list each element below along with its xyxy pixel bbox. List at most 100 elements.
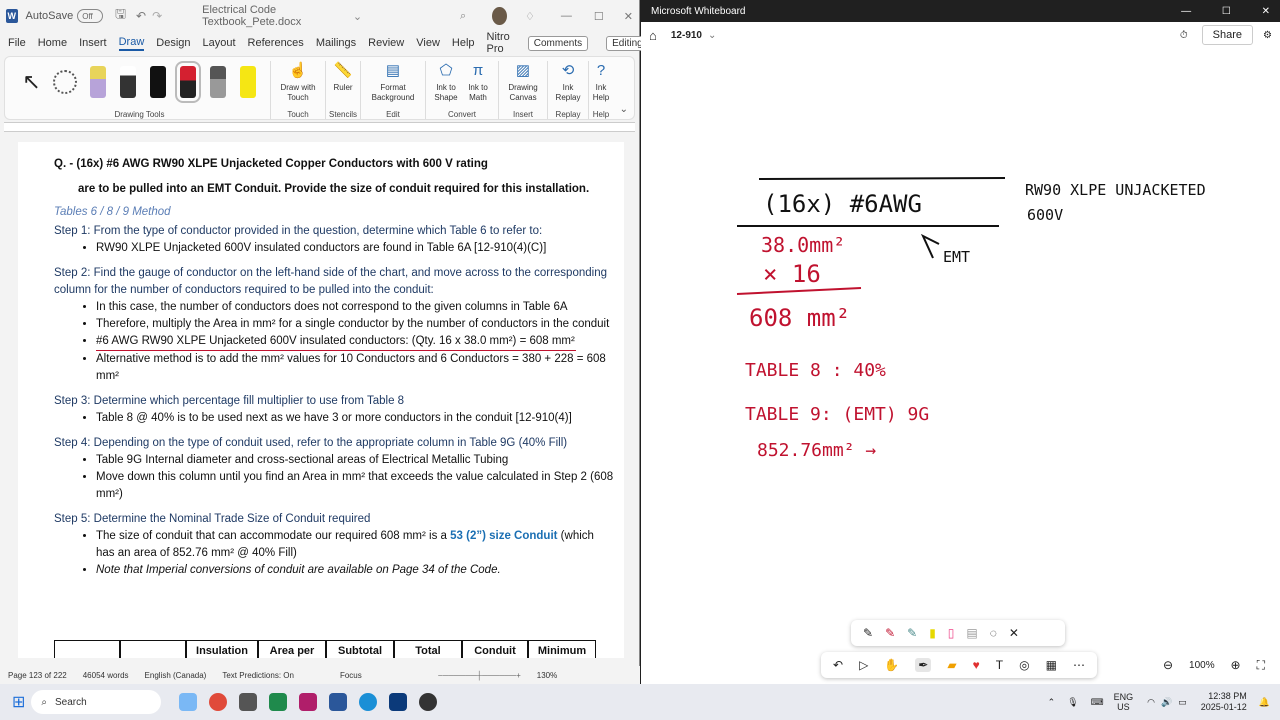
whiteboard-canvas[interactable]: (16x) #6AWG RW90 XLPE UNJACKETED 600V 38… bbox=[641, 48, 1280, 684]
settings-gear-icon[interactable]: ⚙ bbox=[1263, 30, 1272, 41]
app-icon[interactable] bbox=[239, 693, 258, 711]
tab-references[interactable]: References bbox=[248, 37, 304, 49]
tab-view[interactable]: View bbox=[416, 37, 440, 49]
board-name[interactable]: 12-910 bbox=[671, 30, 702, 41]
ruler-button[interactable]: 📏 Ruler bbox=[333, 61, 353, 93]
undo-icon[interactable]: ↶ bbox=[833, 658, 843, 672]
copilot-icon[interactable] bbox=[179, 693, 198, 711]
text-predictions[interactable]: Text Predictions: On bbox=[222, 671, 294, 680]
hand-icon[interactable]: ✋ bbox=[884, 658, 899, 672]
red-pen-icon[interactable] bbox=[174, 61, 201, 103]
zoom-level[interactable]: 100% bbox=[1189, 660, 1215, 671]
chevron-down-icon[interactable]: ⌄ bbox=[708, 30, 716, 41]
lasso-icon[interactable]: ◌ bbox=[990, 626, 997, 640]
tab-layout[interactable]: Layout bbox=[203, 37, 236, 49]
chevron-up-icon[interactable]: ⌃ bbox=[1048, 697, 1056, 708]
microphone-icon[interactable]: 🎙 bbox=[1067, 697, 1078, 708]
lasso-icon[interactable] bbox=[52, 70, 77, 94]
notification-bell-icon[interactable]: 🔔 bbox=[1259, 697, 1270, 708]
tab-file[interactable]: File bbox=[8, 37, 26, 49]
tab-mailings[interactable]: Mailings bbox=[316, 37, 356, 49]
clock[interactable]: 12:38 PM 2025-01-12 bbox=[1201, 691, 1247, 713]
premium-icon[interactable]: ♢ bbox=[525, 10, 535, 23]
ink-help-button[interactable]: ? Ink Help bbox=[591, 61, 611, 103]
save-icon[interactable]: 🖫 bbox=[115, 5, 126, 27]
highlighter-icon[interactable] bbox=[239, 66, 256, 98]
timer-icon[interactable]: ⏱ bbox=[1180, 30, 1188, 41]
black-pen-icon[interactable]: ✎ bbox=[863, 626, 873, 640]
maximize-icon[interactable]: ☐ bbox=[1222, 6, 1231, 17]
gray-pen-icon[interactable] bbox=[209, 66, 226, 98]
avatar[interactable] bbox=[492, 7, 508, 25]
teal-pen-icon[interactable]: ✎ bbox=[907, 626, 917, 640]
wifi-icon[interactable]: ◠ bbox=[1147, 697, 1155, 708]
zoom-level[interactable]: 130% bbox=[537, 671, 557, 680]
page-count[interactable]: Page 123 of 222 bbox=[8, 671, 67, 680]
eraser-icon[interactable]: ▯ bbox=[948, 626, 955, 640]
more-icon[interactable]: ⋯ bbox=[1073, 658, 1085, 672]
language-indicator[interactable]: ENG US bbox=[1114, 692, 1134, 712]
chevron-down-icon[interactable]: ⌄ bbox=[353, 10, 362, 23]
zoom-in-icon[interactable]: ⊕ bbox=[1231, 658, 1241, 672]
templates-icon[interactable]: ▦ bbox=[1046, 658, 1057, 672]
chrome-icon[interactable] bbox=[209, 693, 228, 711]
focus-button[interactable]: Focus bbox=[340, 671, 362, 680]
document-title[interactable]: Electrical Code Textbook_Pete.docx bbox=[202, 4, 347, 28]
edge-icon[interactable] bbox=[359, 693, 378, 711]
tab-home[interactable]: Home bbox=[38, 37, 67, 49]
taskbar-search[interactable]: ⌕ Search bbox=[31, 690, 162, 714]
fit-to-screen-icon[interactable]: ⛶ bbox=[1257, 658, 1265, 673]
close-icon[interactable]: ✕ bbox=[1009, 626, 1019, 640]
tab-review[interactable]: Review bbox=[368, 37, 404, 49]
zoom-slider[interactable]: −──────┼──────+ bbox=[438, 671, 521, 680]
black-pen-icon[interactable] bbox=[119, 66, 136, 98]
tab-nitro[interactable]: Nitro Pro bbox=[487, 31, 510, 55]
autosave-toggle[interactable]: Off bbox=[77, 9, 103, 23]
close-icon[interactable]: ✕ bbox=[624, 10, 633, 23]
minimize-icon[interactable]: — bbox=[1181, 6, 1191, 17]
excel-icon[interactable] bbox=[269, 693, 288, 711]
obs-icon[interactable] bbox=[419, 693, 438, 711]
ink-replay-button[interactable]: ⟲ Ink Replay bbox=[555, 61, 581, 103]
collapse-ribbon-icon[interactable]: ⌄ bbox=[620, 104, 628, 115]
ink-to-math-button[interactable]: π Ink to Math bbox=[465, 61, 491, 103]
tab-design[interactable]: Design bbox=[156, 37, 190, 49]
tab-insert[interactable]: Insert bbox=[79, 37, 107, 49]
ink-layer[interactable]: (16x) #6AWG RW90 XLPE UNJACKETED 600V 38… bbox=[641, 48, 1280, 684]
ink-to-shape-button[interactable]: ⬠ Ink to Shape bbox=[433, 61, 459, 103]
search-icon[interactable]: ⌕ bbox=[460, 10, 466, 23]
black-marker-icon[interactable] bbox=[149, 66, 166, 98]
tab-help[interactable]: Help bbox=[452, 37, 475, 49]
language[interactable]: English (Canada) bbox=[145, 671, 207, 680]
word-icon[interactable] bbox=[329, 693, 348, 711]
battery-icon[interactable]: ▭ bbox=[1178, 697, 1187, 708]
tab-draw[interactable]: Draw bbox=[118, 36, 145, 51]
red-pen-icon[interactable]: ✎ bbox=[885, 626, 895, 640]
comments-button[interactable]: Comments bbox=[527, 35, 589, 51]
highlighter-icon[interactable]: ▮ bbox=[929, 626, 936, 640]
text-icon[interactable]: T bbox=[996, 658, 1003, 672]
inking-icon[interactable]: ✒ bbox=[915, 658, 932, 672]
select-cursor-icon[interactable]: ↖ bbox=[22, 69, 40, 95]
pointer-icon[interactable]: ▷ bbox=[859, 658, 868, 672]
whiteboard-icon[interactable] bbox=[389, 693, 408, 711]
reaction-icon[interactable]: ♥ bbox=[973, 658, 980, 672]
close-icon[interactable]: ✕ bbox=[1262, 6, 1270, 17]
format-background-button[interactable]: ▤ Format Background bbox=[368, 61, 418, 103]
windows-start-icon[interactable]: ⊞ bbox=[12, 692, 25, 712]
note-icon[interactable]: ▰ bbox=[947, 658, 956, 672]
zoom-out-icon[interactable]: ⊖ bbox=[1163, 658, 1173, 672]
shapes-icon[interactable]: ◎ bbox=[1019, 658, 1029, 672]
drawing-canvas-button[interactable]: ▨ Drawing Canvas bbox=[506, 61, 540, 103]
share-button[interactable]: Share bbox=[1201, 25, 1254, 45]
volume-icon[interactable]: 🔊 bbox=[1161, 697, 1172, 708]
onenote-icon[interactable] bbox=[299, 693, 318, 711]
ruler-icon[interactable]: ▤ bbox=[966, 626, 977, 640]
maximize-icon[interactable]: ☐ bbox=[594, 10, 604, 23]
pencil-tool-icon[interactable] bbox=[89, 66, 106, 98]
minimize-icon[interactable]: — bbox=[561, 10, 572, 22]
redo-icon[interactable]: ↷ bbox=[152, 9, 162, 23]
undo-icon[interactable]: ↶ bbox=[136, 9, 146, 23]
word-count[interactable]: 46054 words bbox=[83, 671, 129, 680]
touch-keyboard-icon[interactable]: ⌨ bbox=[1091, 697, 1104, 708]
